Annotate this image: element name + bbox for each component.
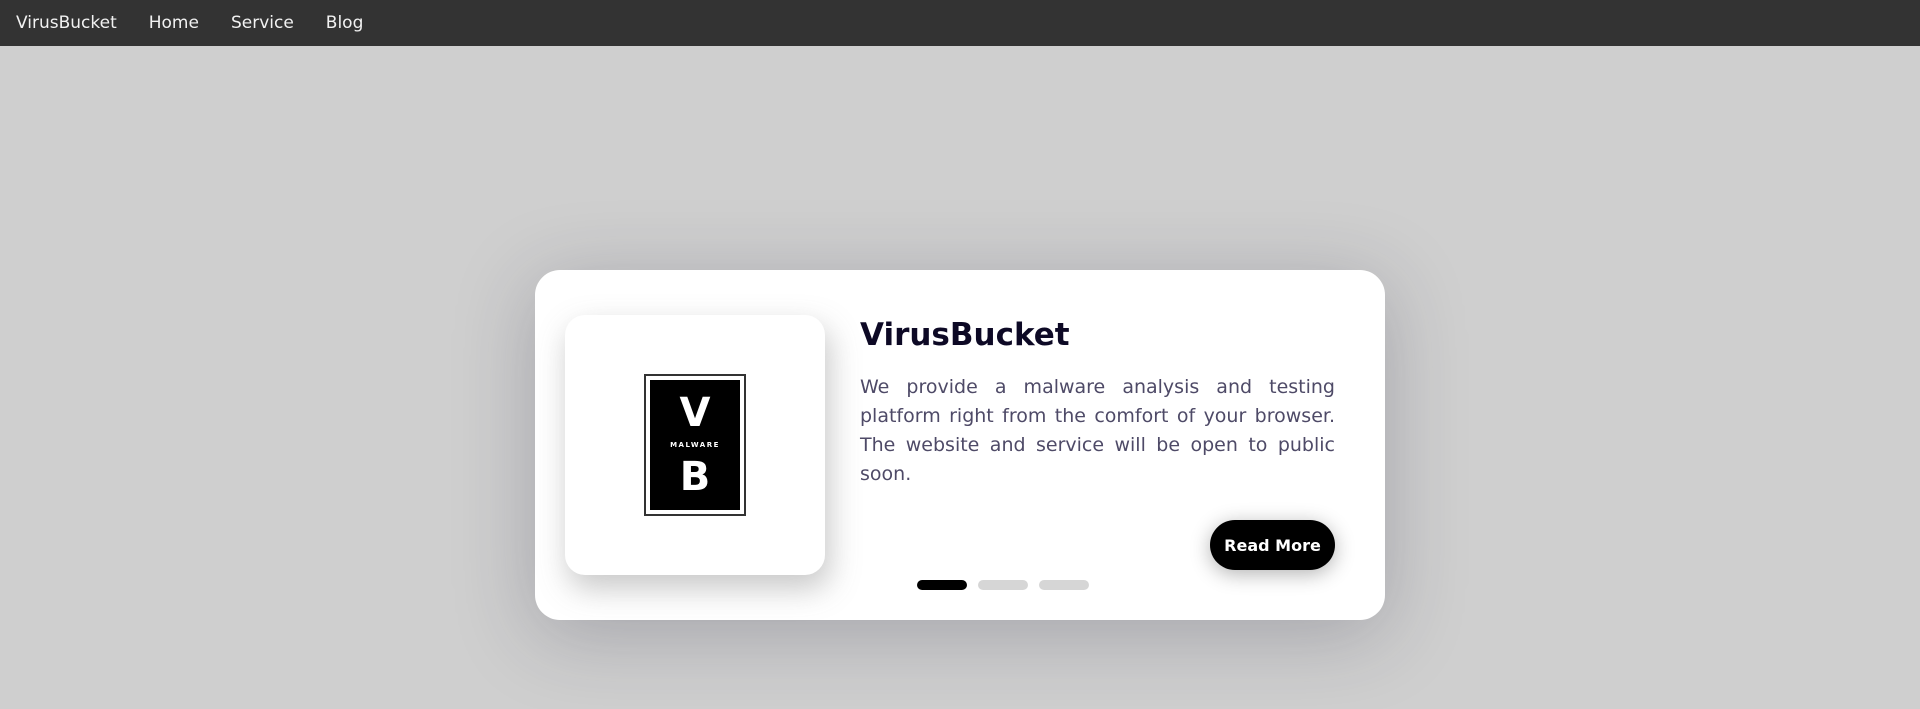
- slider-pagination: [917, 580, 1089, 590]
- nav-home-link[interactable]: Home: [133, 0, 215, 46]
- logo-inner: V MALWARE B: [650, 380, 740, 510]
- pagination-dot-2[interactable]: [978, 580, 1028, 590]
- nav-service-link[interactable]: Service: [215, 0, 310, 46]
- slide-text: We provide a malware analysis and testin…: [860, 376, 1335, 485]
- pagination-dot-3[interactable]: [1039, 580, 1089, 590]
- blog-slider-card: V MALWARE B VirusBucket We provide a mal…: [535, 270, 1385, 620]
- pagination-dot-1[interactable]: [917, 580, 967, 590]
- virusbucket-logo: V MALWARE B: [644, 374, 746, 516]
- top-navbar: VirusBucket Home Service Blog: [0, 0, 1920, 46]
- read-more-button[interactable]: Read More: [1210, 520, 1335, 570]
- slide-content: VirusBucket We provide a malware analysi…: [860, 315, 1335, 489]
- slide-image-box: V MALWARE B: [565, 315, 825, 575]
- nav-brand-link[interactable]: VirusBucket: [0, 0, 133, 46]
- logo-letter-top: V: [679, 390, 711, 436]
- logo-word: MALWARE: [670, 441, 720, 449]
- logo-letter-bottom: B: [679, 454, 711, 500]
- slide-title: VirusBucket: [860, 317, 1070, 353]
- nav-blog-link[interactable]: Blog: [310, 0, 380, 46]
